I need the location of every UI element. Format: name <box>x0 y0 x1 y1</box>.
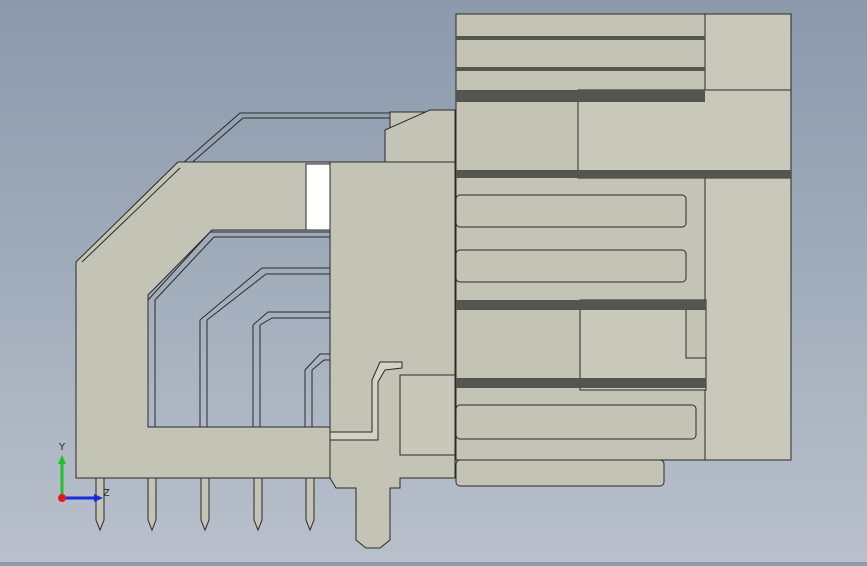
triad-y-label: Y <box>59 442 66 453</box>
left-housing <box>75 161 331 479</box>
triad-z-label: Z <box>103 488 110 499</box>
center-body <box>329 161 456 549</box>
white-window <box>305 163 331 231</box>
pin-tips <box>95 477 315 532</box>
connector-model <box>58 13 792 549</box>
cad-3d-viewport[interactable]: Y Z <box>0 0 867 562</box>
